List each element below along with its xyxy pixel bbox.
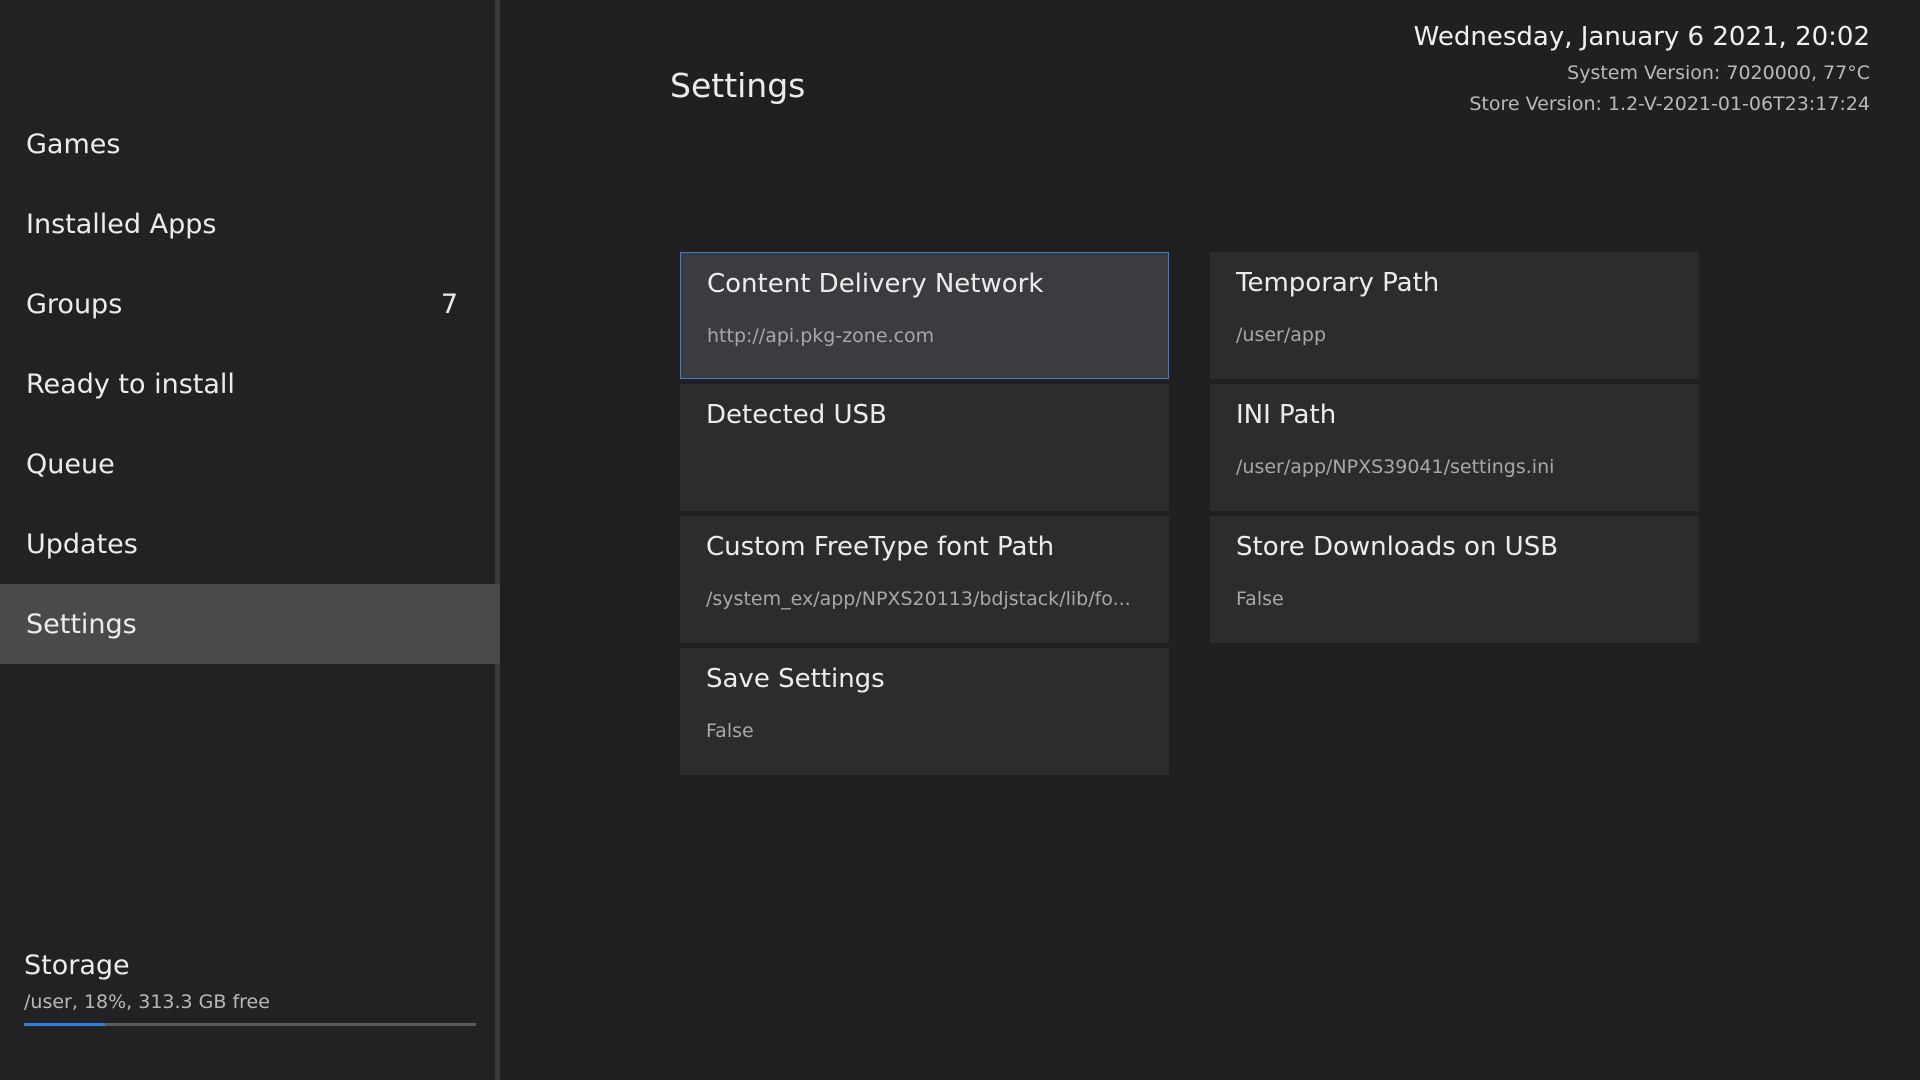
- setting-content-delivery-network[interactable]: Content Delivery Network http://api.pkg-…: [680, 252, 1169, 379]
- sidebar-item-label: Queue: [26, 448, 115, 480]
- groups-count-badge: 7: [440, 288, 458, 320]
- setting-title: Store Downloads on USB: [1236, 532, 1559, 562]
- sidebar-item-label: Updates: [26, 528, 138, 560]
- setting-store-downloads-on-usb[interactable]: Store Downloads on USB False: [1210, 516, 1699, 643]
- sidebar-item-label: Ready to install: [26, 368, 235, 400]
- setting-title: INI Path: [1236, 400, 1337, 430]
- sidebar-nav: Games Installed Apps Groups 7 Ready to i…: [0, 104, 500, 664]
- sidebar-item-updates[interactable]: Updates: [0, 504, 500, 584]
- setting-value: /user/app/NPXS39041/settings.ini: [1236, 456, 1555, 478]
- storage-usage-fill: [24, 1023, 106, 1026]
- setting-title: Detected USB: [706, 400, 887, 430]
- storage-usage-bar: [24, 1023, 476, 1026]
- sidebar-item-label: Games: [26, 128, 121, 160]
- sidebar: Games Installed Apps Groups 7 Ready to i…: [0, 0, 500, 1080]
- sidebar-item-label: Installed Apps: [26, 208, 217, 240]
- setting-detected-usb[interactable]: Detected USB: [680, 384, 1169, 511]
- setting-value: False: [706, 720, 754, 742]
- sidebar-item-label: Settings: [26, 608, 137, 640]
- header-info: Wednesday, January 6 2021, 20:02 System …: [1414, 22, 1870, 115]
- page-title: Settings: [670, 66, 806, 105]
- sidebar-item-groups[interactable]: Groups 7: [0, 264, 500, 344]
- sidebar-item-games[interactable]: Games: [0, 104, 500, 184]
- storage-title: Storage: [24, 950, 130, 981]
- store-version: Store Version: 1.2-V-2021-01-06T23:17:24: [1469, 93, 1870, 115]
- sidebar-item-queue[interactable]: Queue: [0, 424, 500, 504]
- date-time: Wednesday, January 6 2021, 20:02: [1413, 22, 1870, 52]
- sidebar-item-ready-to-install[interactable]: Ready to install: [0, 344, 500, 424]
- setting-value: /user/app: [1236, 324, 1327, 346]
- setting-save-settings[interactable]: Save Settings False: [680, 648, 1169, 775]
- setting-ini-path[interactable]: INI Path /user/app/NPXS39041/settings.in…: [1210, 384, 1699, 511]
- setting-title: Custom FreeType font Path: [706, 532, 1055, 562]
- system-version: System Version: 7020000, 77°C: [1567, 62, 1870, 84]
- setting-custom-freetype-font-path[interactable]: Custom FreeType font Path /system_ex/app…: [680, 516, 1169, 643]
- setting-value: /system_ex/app/NPXS20113/bdjstack/lib/fo…: [706, 588, 1131, 610]
- sidebar-item-installed-apps[interactable]: Installed Apps: [0, 184, 500, 264]
- sidebar-item-settings[interactable]: Settings: [0, 584, 500, 664]
- setting-value: http://api.pkg-zone.com: [707, 325, 935, 347]
- storage-info: /user, 18%, 313.3 GB free: [24, 991, 270, 1013]
- setting-title: Content Delivery Network: [707, 269, 1044, 299]
- setting-title: Save Settings: [706, 664, 885, 694]
- setting-temporary-path[interactable]: Temporary Path /user/app: [1210, 252, 1699, 379]
- setting-title: Temporary Path: [1236, 268, 1440, 298]
- setting-value: False: [1236, 588, 1284, 610]
- sidebar-item-label: Groups: [26, 288, 123, 320]
- storage-panel: Storage /user, 18%, 313.3 GB free: [24, 950, 476, 1026]
